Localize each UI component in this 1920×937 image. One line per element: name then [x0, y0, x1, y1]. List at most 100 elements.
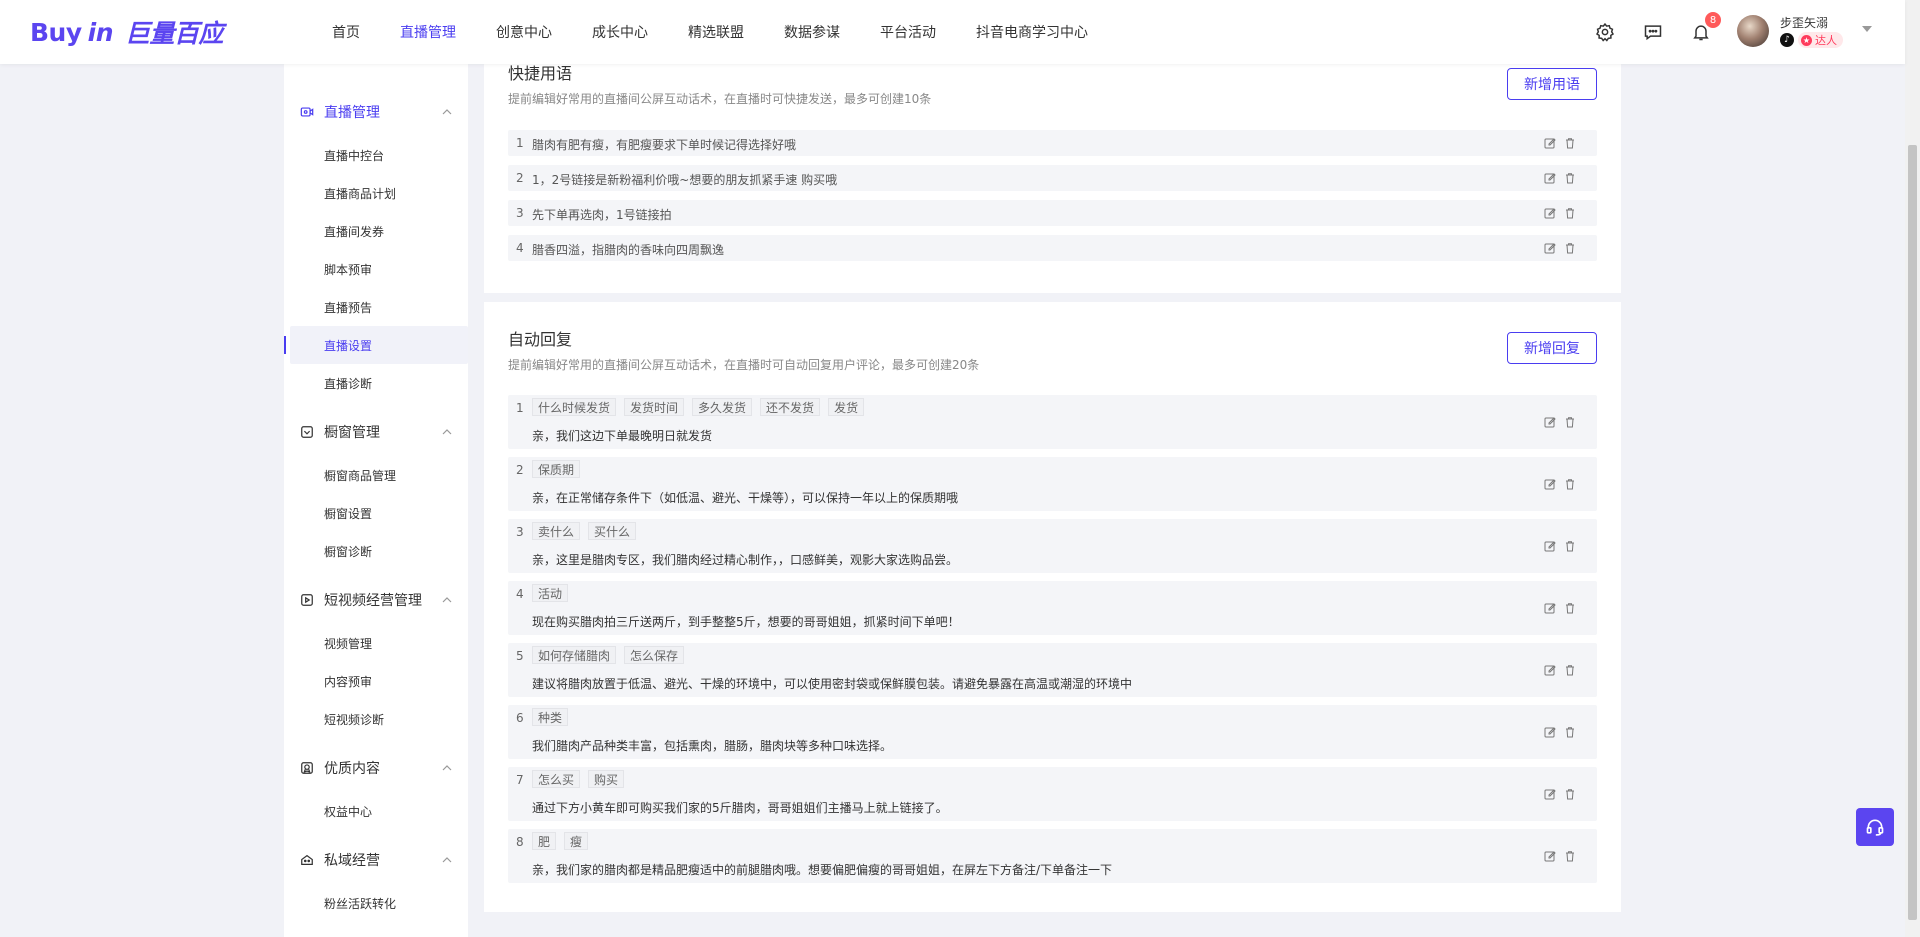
auto-reply-title: 自动回复: [508, 330, 573, 349]
keyword-tag: 还不发货: [760, 398, 821, 416]
keyword-tag: 瘦: [564, 832, 589, 850]
talent-label: 达人: [1815, 34, 1837, 47]
sidebar-group-title[interactable]: 私域经营: [284, 836, 468, 884]
keyword-tag: 活动: [532, 584, 569, 602]
sidebar-group-title[interactable]: 橱窗管理: [284, 408, 468, 456]
keyword-tag: 如何存储腊肉: [532, 646, 617, 664]
edit-icon[interactable]: [1543, 477, 1557, 491]
edit-icon[interactable]: [1543, 136, 1557, 150]
sidebar-item-showcase-products[interactable]: 橱窗商品管理: [284, 456, 468, 494]
sidebar-item-live-diagnosis[interactable]: 直播诊断: [284, 364, 468, 402]
logo-cn: 巨量百应: [125, 19, 224, 48]
reply-text: 亲，这里是腊肉专区，我们腊肉经过精心制作，，口感鲜美，观影大家选购品尝。: [532, 553, 959, 567]
nav-alliance[interactable]: 精选联盟: [688, 22, 744, 42]
nav-live-management[interactable]: 直播管理: [400, 22, 456, 42]
scroll-thumb[interactable]: [1908, 145, 1917, 920]
row-actions: [1537, 849, 1577, 863]
edit-icon[interactable]: [1543, 663, 1557, 677]
edit-icon[interactable]: [1543, 241, 1557, 255]
sidebar-item-showcase-settings[interactable]: 橱窗设置: [284, 494, 468, 532]
row-number: 3: [516, 525, 524, 539]
edit-icon[interactable]: [1543, 171, 1557, 185]
sidebar-group-title[interactable]: 优质内容: [284, 744, 468, 792]
reply-row: 3 卖什么 买什么亲，这里是腊肉专区，我们腊肉经过精心制作，，口感鲜美，观影大家选购…: [508, 519, 1597, 573]
nav-platform-activity[interactable]: 平台活动: [880, 22, 936, 42]
edit-icon[interactable]: [1543, 849, 1557, 863]
sidebar-item-video-diagnosis[interactable]: 短视频诊断: [284, 700, 468, 738]
delete-icon[interactable]: [1563, 787, 1577, 801]
sidebar-item-benefits-center[interactable]: 权益中心: [284, 792, 468, 830]
edit-icon[interactable]: [1543, 601, 1557, 615]
nav-creative-center[interactable]: 创意中心: [496, 22, 552, 42]
row-actions: [1537, 601, 1577, 615]
sidebar-item-showcase-diagnosis[interactable]: 橱窗诊断: [284, 532, 468, 570]
sidebar-item-live-settings[interactable]: 直播设置: [284, 326, 468, 364]
user-tag: ♪ ★ 达人: [1780, 32, 1843, 48]
customer-service-headset-icon[interactable]: [1856, 808, 1894, 846]
add-phrase-button[interactable]: 新增用语: [1507, 68, 1597, 100]
message-icon[interactable]: [1641, 20, 1665, 44]
sidebar-item-live-preview[interactable]: 直播预告: [284, 288, 468, 326]
phrase-text: 腊肉有肥有瘦，有肥瘦要求下单时候记得选择好哦: [532, 138, 797, 152]
sidebar-item-script-review[interactable]: 脚本预审: [284, 250, 468, 288]
sidebar: 直播管理 直播中控台 直播商品计划 直播间发券 脚本预审 直播预告 直播设置 直…: [284, 64, 468, 937]
edit-icon[interactable]: [1543, 415, 1557, 429]
phrase-row: 1 腊肉有肥有瘦，有肥瘦要求下单时候记得选择好哦: [508, 130, 1597, 156]
keyword-tags: 卖什么 买什么: [532, 522, 644, 540]
chevron-up-icon: [442, 597, 452, 603]
sidebar-item-live-product-plan[interactable]: 直播商品计划: [284, 174, 468, 212]
sidebar-group-title[interactable]: 直播管理: [284, 88, 468, 136]
delete-icon[interactable]: [1563, 725, 1577, 739]
delete-icon[interactable]: [1563, 601, 1577, 615]
logo-in: in: [87, 17, 114, 47]
edit-icon[interactable]: [1543, 206, 1557, 220]
sidebar-item-live-coupon[interactable]: 直播间发券: [284, 212, 468, 250]
delete-icon[interactable]: [1563, 477, 1577, 491]
edit-icon[interactable]: [1543, 787, 1557, 801]
keyword-tag: 肥: [532, 832, 557, 850]
delete-icon[interactable]: [1563, 136, 1577, 150]
auto-reply-card: 自动回复 提前编辑好常用的直播间公屏互动话术，在直播时可自动回复用户评论，最多可…: [484, 302, 1621, 912]
delete-icon[interactable]: [1563, 206, 1577, 220]
row-number: 2: [516, 463, 524, 477]
user-menu-caret-icon[interactable]: [1862, 26, 1872, 32]
user-name[interactable]: 步歪矢溺: [1780, 14, 1828, 31]
notification-bell-icon[interactable]: 8: [1689, 12, 1721, 44]
nav-learning-center[interactable]: 抖音电商学习中心: [976, 22, 1088, 42]
sidebar-item-fan-conversion[interactable]: 粉丝活跃转化: [284, 884, 468, 922]
row-actions: [1537, 539, 1577, 553]
user-avatar[interactable]: [1737, 15, 1769, 47]
sidebar-item-video-management[interactable]: 视频管理: [284, 624, 468, 662]
edit-icon[interactable]: [1543, 539, 1557, 553]
row-number: 8: [516, 835, 524, 849]
edit-icon[interactable]: [1543, 725, 1557, 739]
nav-home[interactable]: 首页: [332, 22, 360, 42]
row-actions: [1537, 415, 1577, 429]
delete-icon[interactable]: [1563, 415, 1577, 429]
sidebar-item-content-review[interactable]: 内容预审: [284, 662, 468, 700]
delete-icon[interactable]: [1563, 241, 1577, 255]
private-icon: [301, 854, 313, 865]
top-header: Buy in 巨量百应 首页 直播管理 创意中心 成长中心 精选联盟 数据参谋 …: [0, 0, 1905, 64]
sidebar-group-label: 直播管理: [324, 105, 380, 121]
sidebar-item-live-console[interactable]: 直播中控台: [284, 136, 468, 174]
nav-data-advisor[interactable]: 数据参谋: [784, 22, 840, 42]
delete-icon[interactable]: [1563, 539, 1577, 553]
showcase-icon: [301, 426, 313, 438]
nav-growth-center[interactable]: 成长中心: [592, 22, 648, 42]
delete-icon[interactable]: [1563, 663, 1577, 677]
delete-icon[interactable]: [1563, 849, 1577, 863]
phrase-row: 2 1，2号链接是新粉福利价哦~想要的朋友抓紧手速 购买哦: [508, 165, 1597, 191]
brand-logo[interactable]: Buy in 巨量百应: [30, 16, 224, 49]
add-reply-button[interactable]: 新增回复: [1507, 332, 1597, 364]
sidebar-group-short-video: 短视频经营管理 视频管理 内容预审 短视频诊断: [284, 576, 468, 738]
keyword-tag: 怎么买: [532, 770, 581, 788]
page-scrollbar[interactable]: [1905, 0, 1920, 937]
sidebar-group-title[interactable]: 短视频经营管理: [284, 576, 468, 624]
video-icon: [301, 594, 313, 606]
notification-badge: 8: [1705, 12, 1721, 28]
reply-text: 通过下方小黄车即可购买我们家的5斤腊肉，哥哥姐姐们主播马上就上链接了。: [532, 801, 948, 815]
settings-gear-icon[interactable]: [1593, 20, 1617, 44]
sidebar-group-showcase: 橱窗管理 橱窗商品管理 橱窗设置 橱窗诊断: [284, 408, 468, 570]
delete-icon[interactable]: [1563, 171, 1577, 185]
